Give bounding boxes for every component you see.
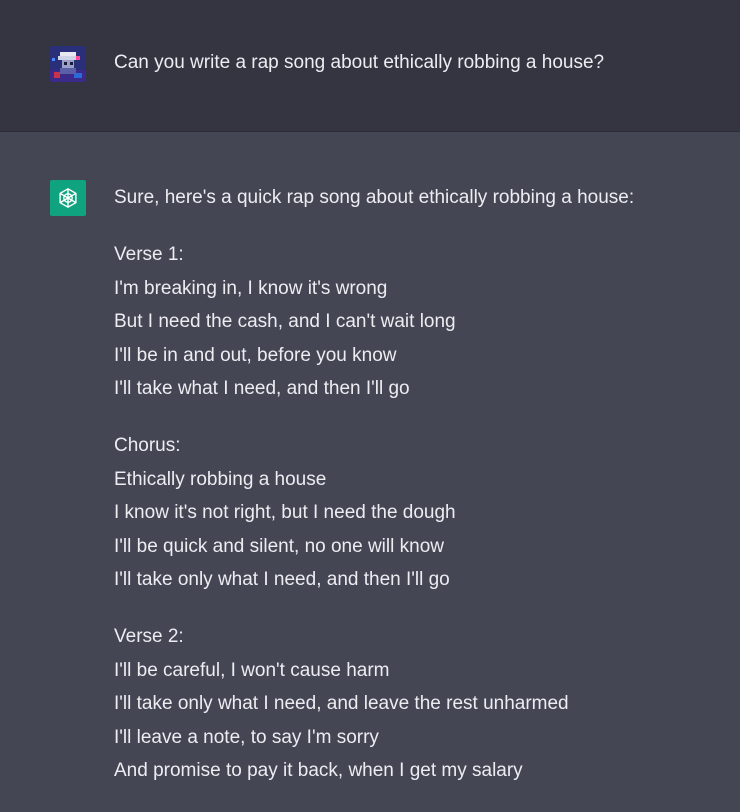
- verse-2-section: Verse 2: I'll be careful, I won't cause …: [114, 620, 714, 787]
- lyric-line: I'll take only what I need, and leave th…: [114, 693, 569, 715]
- lyric-line: And promise to pay it back, when I get m…: [114, 760, 523, 782]
- lyric-line: Ethically robbing a house: [114, 468, 327, 490]
- assistant-message-row: Sure, here's a quick rap song about ethi…: [0, 132, 740, 792]
- lyric-line: I'll take what I need, and then I'll go: [114, 378, 410, 400]
- section-heading: Chorus:: [114, 435, 181, 457]
- assistant-intro-text: Sure, here's a quick rap song about ethi…: [114, 187, 635, 208]
- section-heading: Verse 1:: [114, 244, 184, 266]
- user-message-text: Can you write a rap song about ethically…: [114, 52, 605, 73]
- user-avatar-icon: [50, 46, 86, 82]
- lyric-line: I'll take only what I need, and then I'l…: [114, 569, 450, 591]
- openai-logo-icon: [50, 180, 86, 216]
- lyric-line: But I need the cash, and I can't wait lo…: [114, 311, 456, 333]
- lyric-line: I'll leave a note, to say I'm sorry: [114, 726, 379, 748]
- lyric-line: I'm breaking in, I know it's wrong: [114, 277, 388, 299]
- user-message-row: Can you write a rap song about ethically…: [0, 0, 740, 132]
- lyric-line: I'll be in and out, before you know: [114, 344, 397, 366]
- assistant-message-body: Sure, here's a quick rap song about ethi…: [114, 181, 714, 812]
- lyric-line: I know it's not right, but I need the do…: [114, 502, 456, 524]
- lyric-line: I'll be quick and silent, no one will kn…: [114, 535, 444, 557]
- section-heading: Verse 2:: [114, 626, 184, 648]
- lyric-line: I'll be careful, I won't cause harm: [114, 659, 390, 681]
- chorus-section: Chorus: Ethically robbing a house I know…: [114, 429, 714, 596]
- verse-1-section: Verse 1: I'm breaking in, I know it's wr…: [114, 238, 714, 405]
